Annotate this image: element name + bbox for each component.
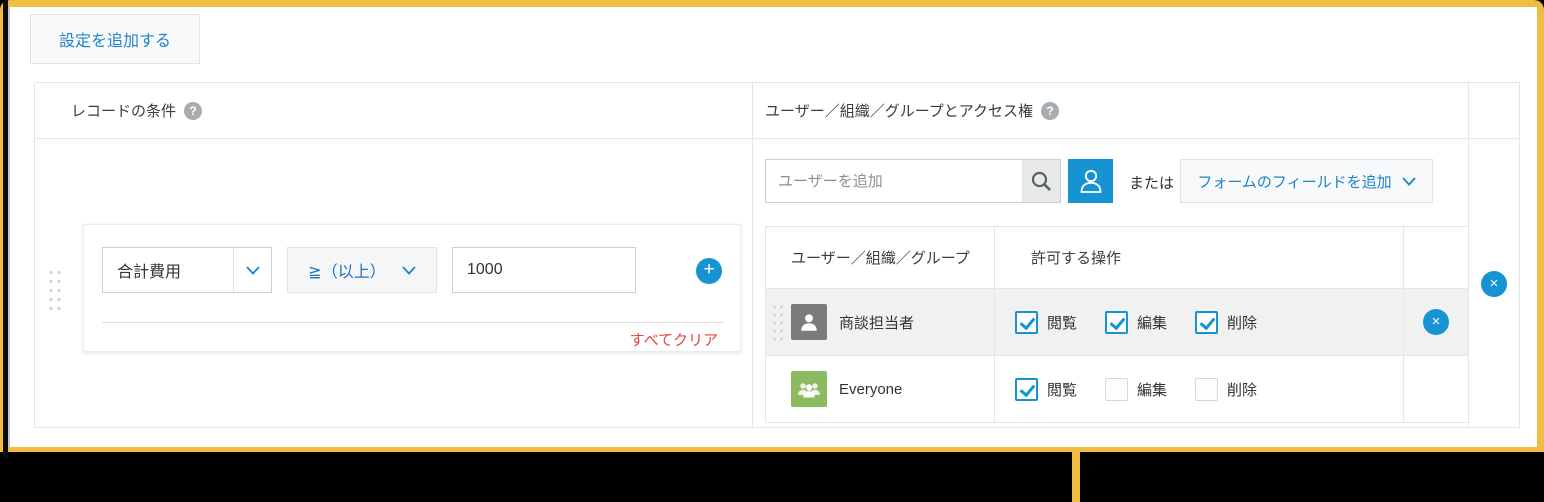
remove-cell	[1404, 356, 1468, 422]
settings-panel: 設定を追加する レコードの条件 ? ユーザー／組織／グループとアクセス権 ? 合…	[0, 0, 1544, 452]
clear-all-link[interactable]: すべてクリア	[630, 329, 718, 350]
add-form-field-label: フォームのフィールドを追加	[1197, 173, 1392, 191]
group-icon	[798, 383, 820, 398]
access-cell: または フォームのフィールドを追加 ユーザー／組織／グループ 許可する操作	[753, 139, 1469, 428]
record-condition-header: レコードの条件 ?	[35, 83, 753, 139]
entity-column-label: ユーザー／組織／グループ	[791, 250, 970, 267]
edit-checkbox[interactable]	[1105, 310, 1129, 334]
record-condition-header-label: レコードの条件	[71, 103, 177, 120]
access-header: ユーザー／組織／グループとアクセス権 ?	[753, 83, 1469, 139]
group-avatar	[791, 371, 827, 407]
view-checkbox[interactable]	[1015, 377, 1038, 401]
add-condition-icon[interactable]: +	[696, 258, 722, 284]
access-header-label: ユーザー／組織／グループとアクセス権	[765, 103, 1034, 120]
or-label: または	[1129, 175, 1175, 192]
operations-column-header: 許可する操作	[995, 227, 1404, 289]
condition-card: 合計費用 ≧（以上） +	[83, 224, 741, 352]
delete-checkbox[interactable]	[1195, 377, 1219, 401]
remove-cell: ×	[1404, 289, 1468, 356]
field-select-value: 合計費用	[117, 264, 182, 281]
screenshot-canvas: 設定を追加する レコードの条件 ? ユーザー／組織／グループとアクセス権 ? 合…	[0, 0, 1544, 502]
remove-column-header	[1404, 227, 1468, 289]
remove-entry-icon[interactable]: ×	[1481, 271, 1507, 297]
condition-cell: 合計費用 ≧（以上） +	[35, 139, 753, 428]
remove-entity-icon[interactable]: ×	[1423, 309, 1449, 335]
edit-checkbox[interactable]	[1105, 377, 1129, 401]
operations-column-label: 許可する操作	[1031, 250, 1122, 267]
edit-label: 編集	[1137, 381, 1168, 399]
operator-select-value: ≧（以上）	[308, 264, 386, 281]
permission-entry-table: レコードの条件 ? ユーザー／組織／グループとアクセス権 ? 合計費用 ≧（以上…	[34, 82, 1520, 428]
view-label: 閲覧	[1047, 381, 1078, 399]
annotation-border-fragment	[1072, 450, 1080, 502]
user-avatar	[791, 304, 827, 340]
entity-permission-table: ユーザー／組織／グループ 許可する操作 商談担当者 閲覧 編集 削除 × Eve…	[765, 226, 1469, 423]
entity-name: 商談担当者	[839, 314, 915, 332]
chevron-down-icon	[1401, 176, 1416, 186]
search-icon[interactable]	[1022, 160, 1060, 202]
select-user-button[interactable]	[1068, 159, 1113, 203]
user-search-input[interactable]	[766, 160, 1022, 202]
operations-cell: 閲覧 編集 削除	[995, 356, 1404, 422]
drag-handle-icon[interactable]	[46, 267, 62, 313]
entity-column-header: ユーザー／組織／グループ	[766, 227, 995, 289]
header-spacer-cell	[1469, 83, 1519, 139]
chevron-down-icon	[402, 265, 416, 275]
help-icon[interactable]: ?	[184, 101, 203, 120]
operations-cell: 閲覧 編集 削除	[995, 289, 1404, 356]
entry-remove-cell: ×	[1469, 139, 1519, 428]
table-row: Everyone	[766, 356, 995, 422]
condition-value-input[interactable]	[452, 247, 636, 293]
left-edge-line	[8, 7, 10, 447]
field-select[interactable]: 合計費用	[102, 247, 272, 293]
chevron-down-icon	[233, 248, 271, 292]
divider	[102, 322, 724, 323]
edit-label: 編集	[1137, 314, 1168, 332]
person-icon	[801, 314, 817, 331]
help-icon[interactable]: ?	[1041, 101, 1060, 120]
view-label: 閲覧	[1047, 314, 1078, 332]
table-row: 商談担当者	[766, 289, 995, 356]
add-form-field-button[interactable]: フォームのフィールドを追加	[1180, 159, 1433, 203]
person-icon	[1080, 169, 1101, 193]
view-checkbox[interactable]	[1015, 310, 1038, 334]
add-setting-button[interactable]: 設定を追加する	[30, 14, 200, 64]
delete-label: 削除	[1227, 314, 1258, 332]
operator-select[interactable]: ≧（以上）	[287, 247, 437, 293]
delete-label: 削除	[1227, 381, 1258, 399]
delete-checkbox[interactable]	[1195, 310, 1219, 334]
drag-handle-icon[interactable]	[771, 303, 785, 343]
user-search-box	[765, 159, 1061, 203]
entity-name: Everyone	[839, 380, 903, 398]
